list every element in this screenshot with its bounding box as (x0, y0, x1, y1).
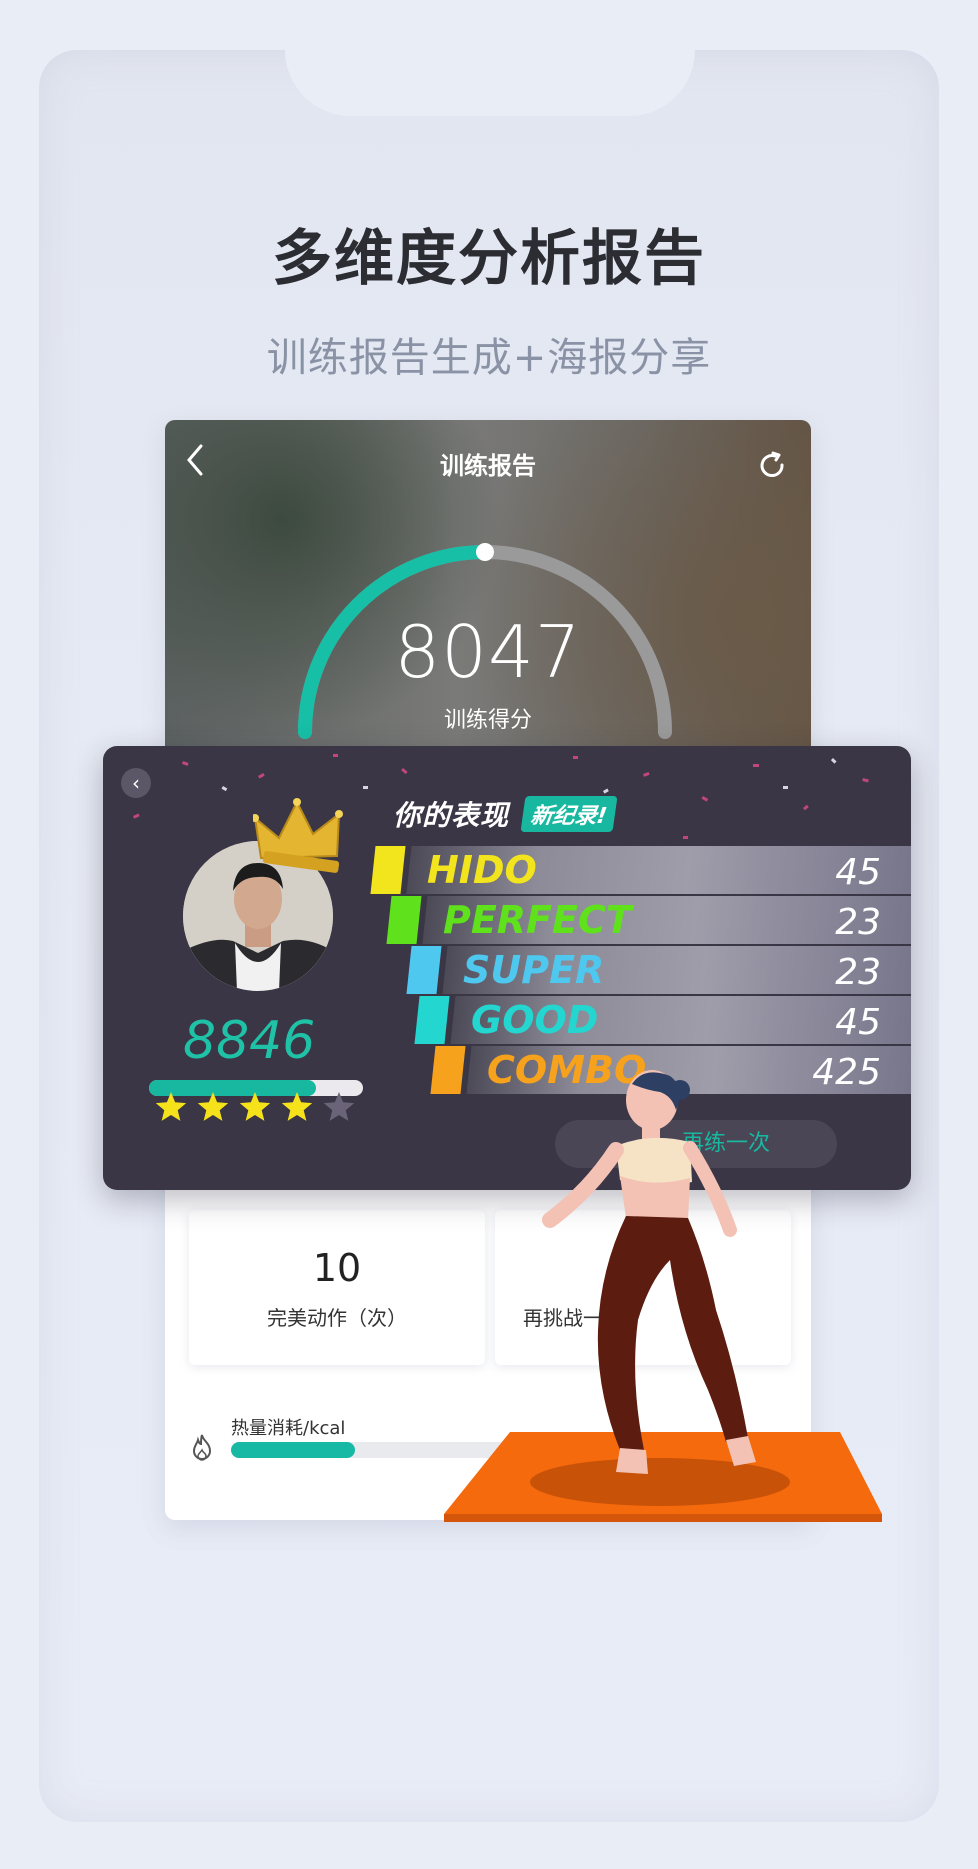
grade-list: HIDO 45 PERFECT 23 SUPER 23 GOOD 45 COMBO 425 (370, 846, 911, 1106)
grade-count: 425 (812, 1052, 881, 1093)
score-label: 训练得分 (443, 708, 532, 733)
grade-row: PERFECT 23 (386, 896, 911, 944)
star-filled-icon (155, 1092, 187, 1121)
grade-count: 45 (835, 1002, 881, 1043)
score-value: 8047 (394, 610, 582, 694)
grade-row: GOOD 45 (414, 996, 911, 1044)
star-filled-icon (239, 1092, 271, 1121)
performance-result-card: ‹ 你的表现 新纪录! 8846 HIDO 45 PERFECT 23 SUPER 23 G… (103, 746, 911, 1190)
performance-title: 你的表现 (393, 799, 510, 832)
grade-count: 23 (835, 952, 881, 993)
player-score: 8846 (183, 1011, 316, 1071)
perfect-moves-stat: 10 完美动作（次） (189, 1210, 485, 1365)
star-filled-icon (281, 1092, 313, 1121)
star-empty-icon (323, 1092, 355, 1121)
kcal-progress-fill (231, 1442, 356, 1458)
grade-color-tab (430, 1046, 466, 1094)
grade-name: GOOD (471, 998, 599, 1042)
result-back-button[interactable]: ‹ (121, 768, 151, 798)
report-title: 训练报告 (440, 452, 536, 480)
star-filled-icon (197, 1092, 229, 1121)
report-hero: 训练报告 8047 训练得分 (165, 420, 811, 750)
grade-color-tab (406, 946, 442, 994)
grade-count: 23 (835, 902, 881, 943)
grade-color-tab (370, 846, 406, 894)
grade-row: SUPER 23 (406, 946, 911, 994)
grade-name: SUPER (463, 948, 605, 992)
grade-name: HIDO (427, 848, 537, 892)
page-headline: 多维度分析报告 (272, 224, 706, 294)
dancer-illustration (542, 1070, 756, 1474)
grade-color-tab (414, 996, 450, 1044)
grade-count: 45 (835, 852, 881, 893)
gauge-knob (476, 543, 494, 561)
new-record-badge: 新纪录! (520, 796, 618, 832)
crown-icon (253, 798, 343, 873)
share-icon[interactable] (755, 448, 789, 482)
grade-name: PERFECT (443, 898, 632, 942)
phone-notch (285, 50, 695, 116)
flame-icon (187, 1432, 217, 1464)
grade-row: HIDO 45 (370, 846, 911, 894)
grade-color-tab (386, 896, 422, 944)
page-subhead: 训练报告生成+海报分享 (266, 335, 712, 381)
perfect-moves-count: 10 (312, 1246, 362, 1290)
kcal-label: 热量消耗/kcal (231, 1418, 346, 1439)
star-rating (155, 1092, 355, 1121)
